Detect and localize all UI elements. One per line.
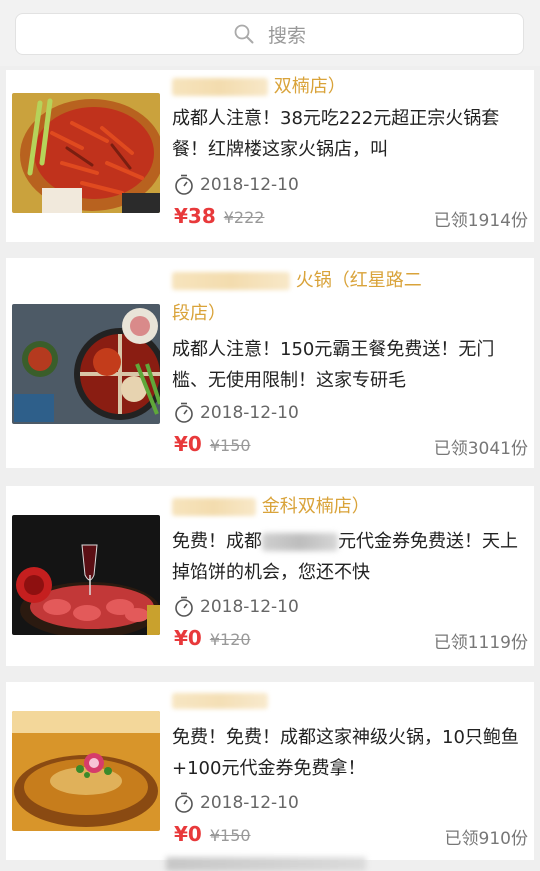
price-row: ¥38 ¥222 <box>174 204 264 228</box>
list-item[interactable]: 金科双楠店） 免费！成都 元代金券免费送！天上掉馅饼的机会，您还不快 2018-1… <box>6 486 534 666</box>
timer-icon <box>175 596 193 617</box>
deal-description: 成都人注意！38元吃222元超正宗火锅套餐！红牌楼这家火锅店，叫 <box>172 108 500 160</box>
price-row: ¥0 ¥150 <box>174 822 251 846</box>
store-name: 双楠店） <box>172 70 522 103</box>
claimed-count: 已领910份 <box>444 829 528 849</box>
list-item[interactable]: 免费！免费！成都这家神级火锅，10只鲍鱼+100元代金券免费拿！ 2018-12… <box>6 682 534 860</box>
store-name: 金科双楠店） <box>172 490 522 523</box>
price-row: ¥0 ¥150 <box>174 432 251 456</box>
list-item[interactable]: 双楠店） 成都人注意！38元吃222元超正宗火锅套餐！红牌楼这家火锅店，叫 20… <box>6 70 534 242</box>
deal-description: 免费！成都 元代金券免费送！天上掉馅饼的机会，您还不快 <box>172 531 518 583</box>
blurred-store-name <box>172 693 268 709</box>
blurred-store-prefix <box>172 272 290 290</box>
blurred-text <box>262 533 338 551</box>
original-price: ¥120 <box>209 630 251 649</box>
deal-price: ¥0 <box>174 626 202 650</box>
price-row: ¥0 ¥120 <box>174 626 251 650</box>
food-image <box>12 515 160 635</box>
food-image <box>12 304 160 424</box>
search-placeholder: 搜索 <box>268 25 307 47</box>
deal-date: 2018-12-10 <box>200 597 299 617</box>
search-input[interactable]: 搜索 <box>15 13 524 55</box>
claimed-count: 已领1914份 <box>433 211 528 231</box>
deal-price: ¥38 <box>174 204 216 228</box>
original-price: ¥222 <box>223 208 265 227</box>
deal-price: ¥0 <box>174 822 202 846</box>
date-row: 2018-12-10 <box>174 402 299 424</box>
timer-icon <box>175 792 193 813</box>
deal-date: 2018-12-10 <box>200 175 299 195</box>
deal-date: 2018-12-10 <box>200 793 299 813</box>
deal-description: 免费！免费！成都这家神级火锅，10只鲍鱼+100元代金券免费拿！ <box>172 727 519 779</box>
blurred-store-prefix <box>172 78 268 96</box>
store-name: 火锅（红星路二 段店） <box>172 270 422 324</box>
search-icon <box>234 24 254 44</box>
date-row: 2018-12-10 <box>174 174 299 196</box>
food-image <box>12 711 160 831</box>
claimed-count: 已领3041份 <box>433 439 528 459</box>
original-price: ¥150 <box>209 826 251 845</box>
date-row: 2018-12-10 <box>174 792 299 814</box>
store-name <box>172 684 522 717</box>
list-item[interactable]: 火锅（红星路二 段店） 成都人注意！150元霸王餐免费送！无门槛、无使用限制！这… <box>6 258 534 468</box>
deal-price: ¥0 <box>174 432 202 456</box>
food-image <box>12 93 160 213</box>
blurred-store-prefix <box>172 498 256 516</box>
search-bar-area: 搜索 <box>0 0 540 66</box>
claimed-count: 已领1119份 <box>433 633 528 653</box>
date-row: 2018-12-10 <box>174 596 299 618</box>
original-price: ¥150 <box>209 436 251 455</box>
deal-date: 2018-12-10 <box>200 403 299 423</box>
timer-icon <box>175 174 193 195</box>
timer-icon <box>175 402 193 423</box>
deal-description: 成都人注意！150元霸王餐免费送！无门槛、无使用限制！这家专研毛 <box>172 339 495 391</box>
